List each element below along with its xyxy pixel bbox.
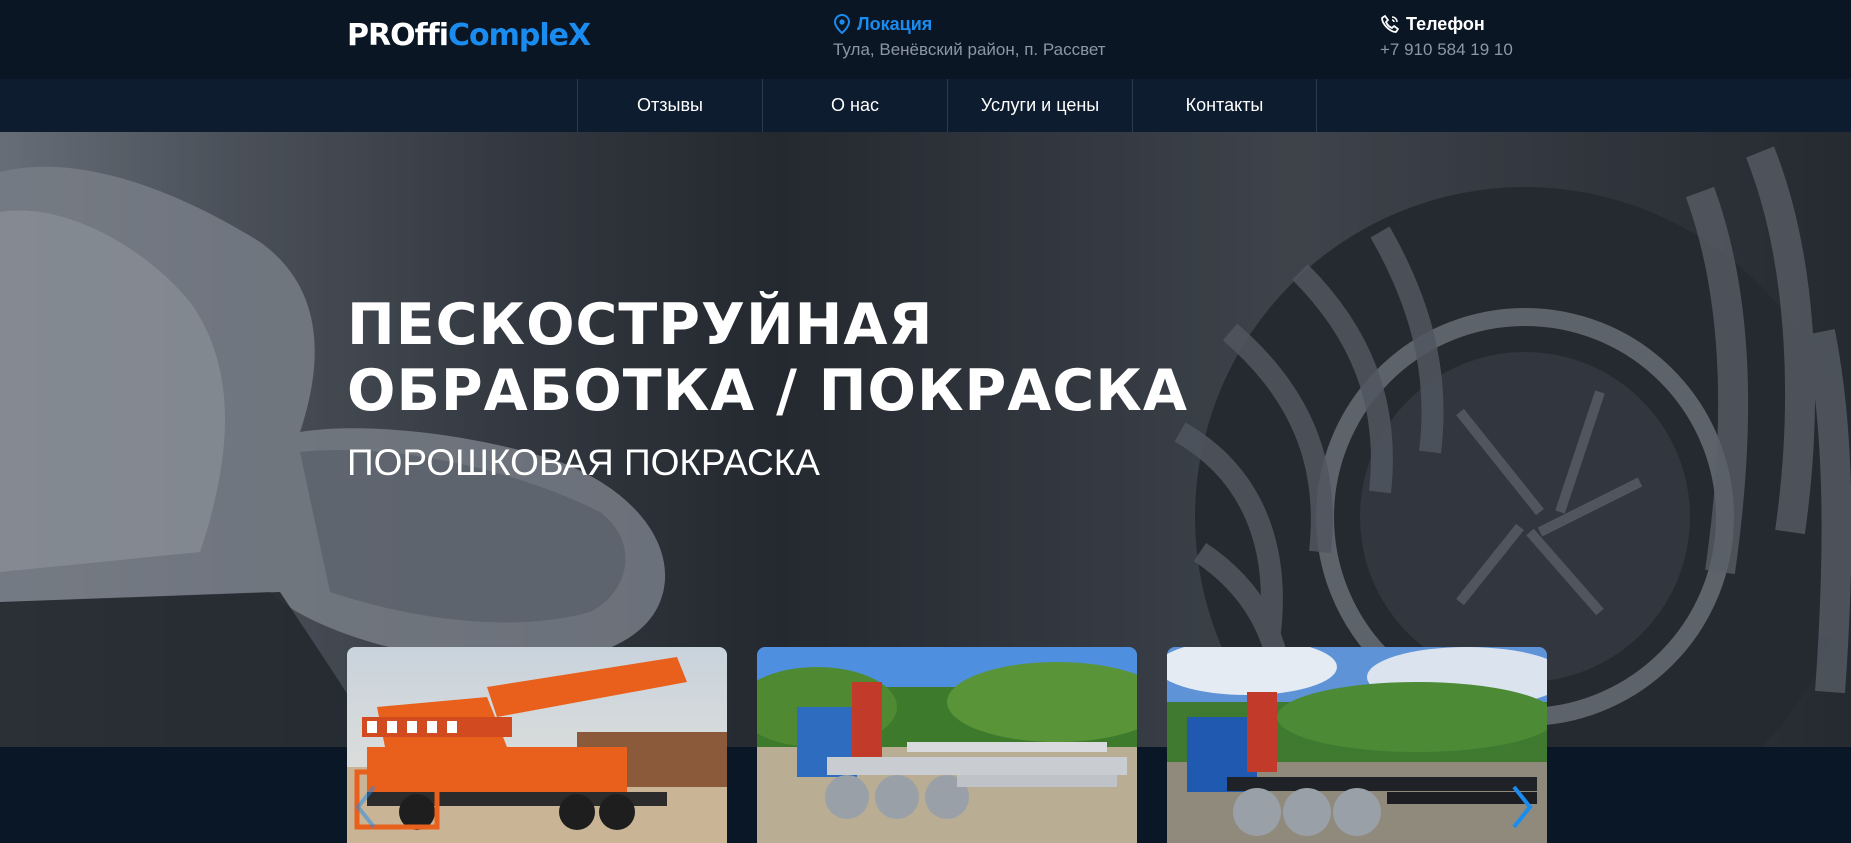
carousel-next-button[interactable] <box>1506 782 1536 832</box>
gallery-card-crane-frame[interactable] <box>757 647 1137 843</box>
main-nav: Отзывы О нас Услуги и цены Контакты <box>0 79 1851 132</box>
nav-item-services[interactable]: Услуги и цены <box>947 79 1132 132</box>
carousel-prev-button[interactable] <box>352 782 382 832</box>
nav-item-contacts[interactable]: Контакты <box>1132 79 1317 132</box>
site-header: PROffiCompleX Локация Тула, Венёвский ра… <box>0 0 1851 79</box>
map-pin-icon <box>833 14 851 34</box>
phone-icon <box>1380 14 1400 34</box>
hero-title: ПЕСКОСТРУЙНАЯ ОБРАБОТКА / ПОКРАСКА <box>347 292 1188 424</box>
nav-item-reviews[interactable]: Отзывы <box>577 79 762 132</box>
gallery-card-crane-chassis[interactable] <box>1167 647 1547 843</box>
logo-text-white: PROffi <box>347 18 449 53</box>
gallery-card-orange-crane[interactable] <box>347 647 727 843</box>
hero-title-line1: ПЕСКОСТРУЙНАЯ <box>347 292 934 358</box>
site-logo[interactable]: PROffiCompleX <box>347 18 591 53</box>
phone-number[interactable]: +7 910 584 19 10 <box>1380 40 1513 60</box>
hero-subtitle: ПОРОШКОВАЯ ПОКРАСКА <box>347 442 820 483</box>
chevron-right-icon <box>1512 785 1533 829</box>
nav-item-about[interactable]: О нас <box>762 79 947 132</box>
location-address: Тула, Венёвский район, п. Рассвет <box>833 40 1106 59</box>
chevron-left-icon <box>355 785 376 829</box>
gallery-carousel <box>347 647 1547 843</box>
phone-info: Телефон +7 910 584 19 10 <box>1380 12 1513 60</box>
phone-label: Телефон <box>1406 13 1485 34</box>
hero-title-line2: ОБРАБОТКА / ПОКРАСКА <box>347 358 1188 424</box>
location-info: Локация Тула, Венёвский район, п. Рассве… <box>833 12 1106 60</box>
location-label: Локация <box>857 13 933 34</box>
logo-text-blue: CompleX <box>447 18 591 53</box>
